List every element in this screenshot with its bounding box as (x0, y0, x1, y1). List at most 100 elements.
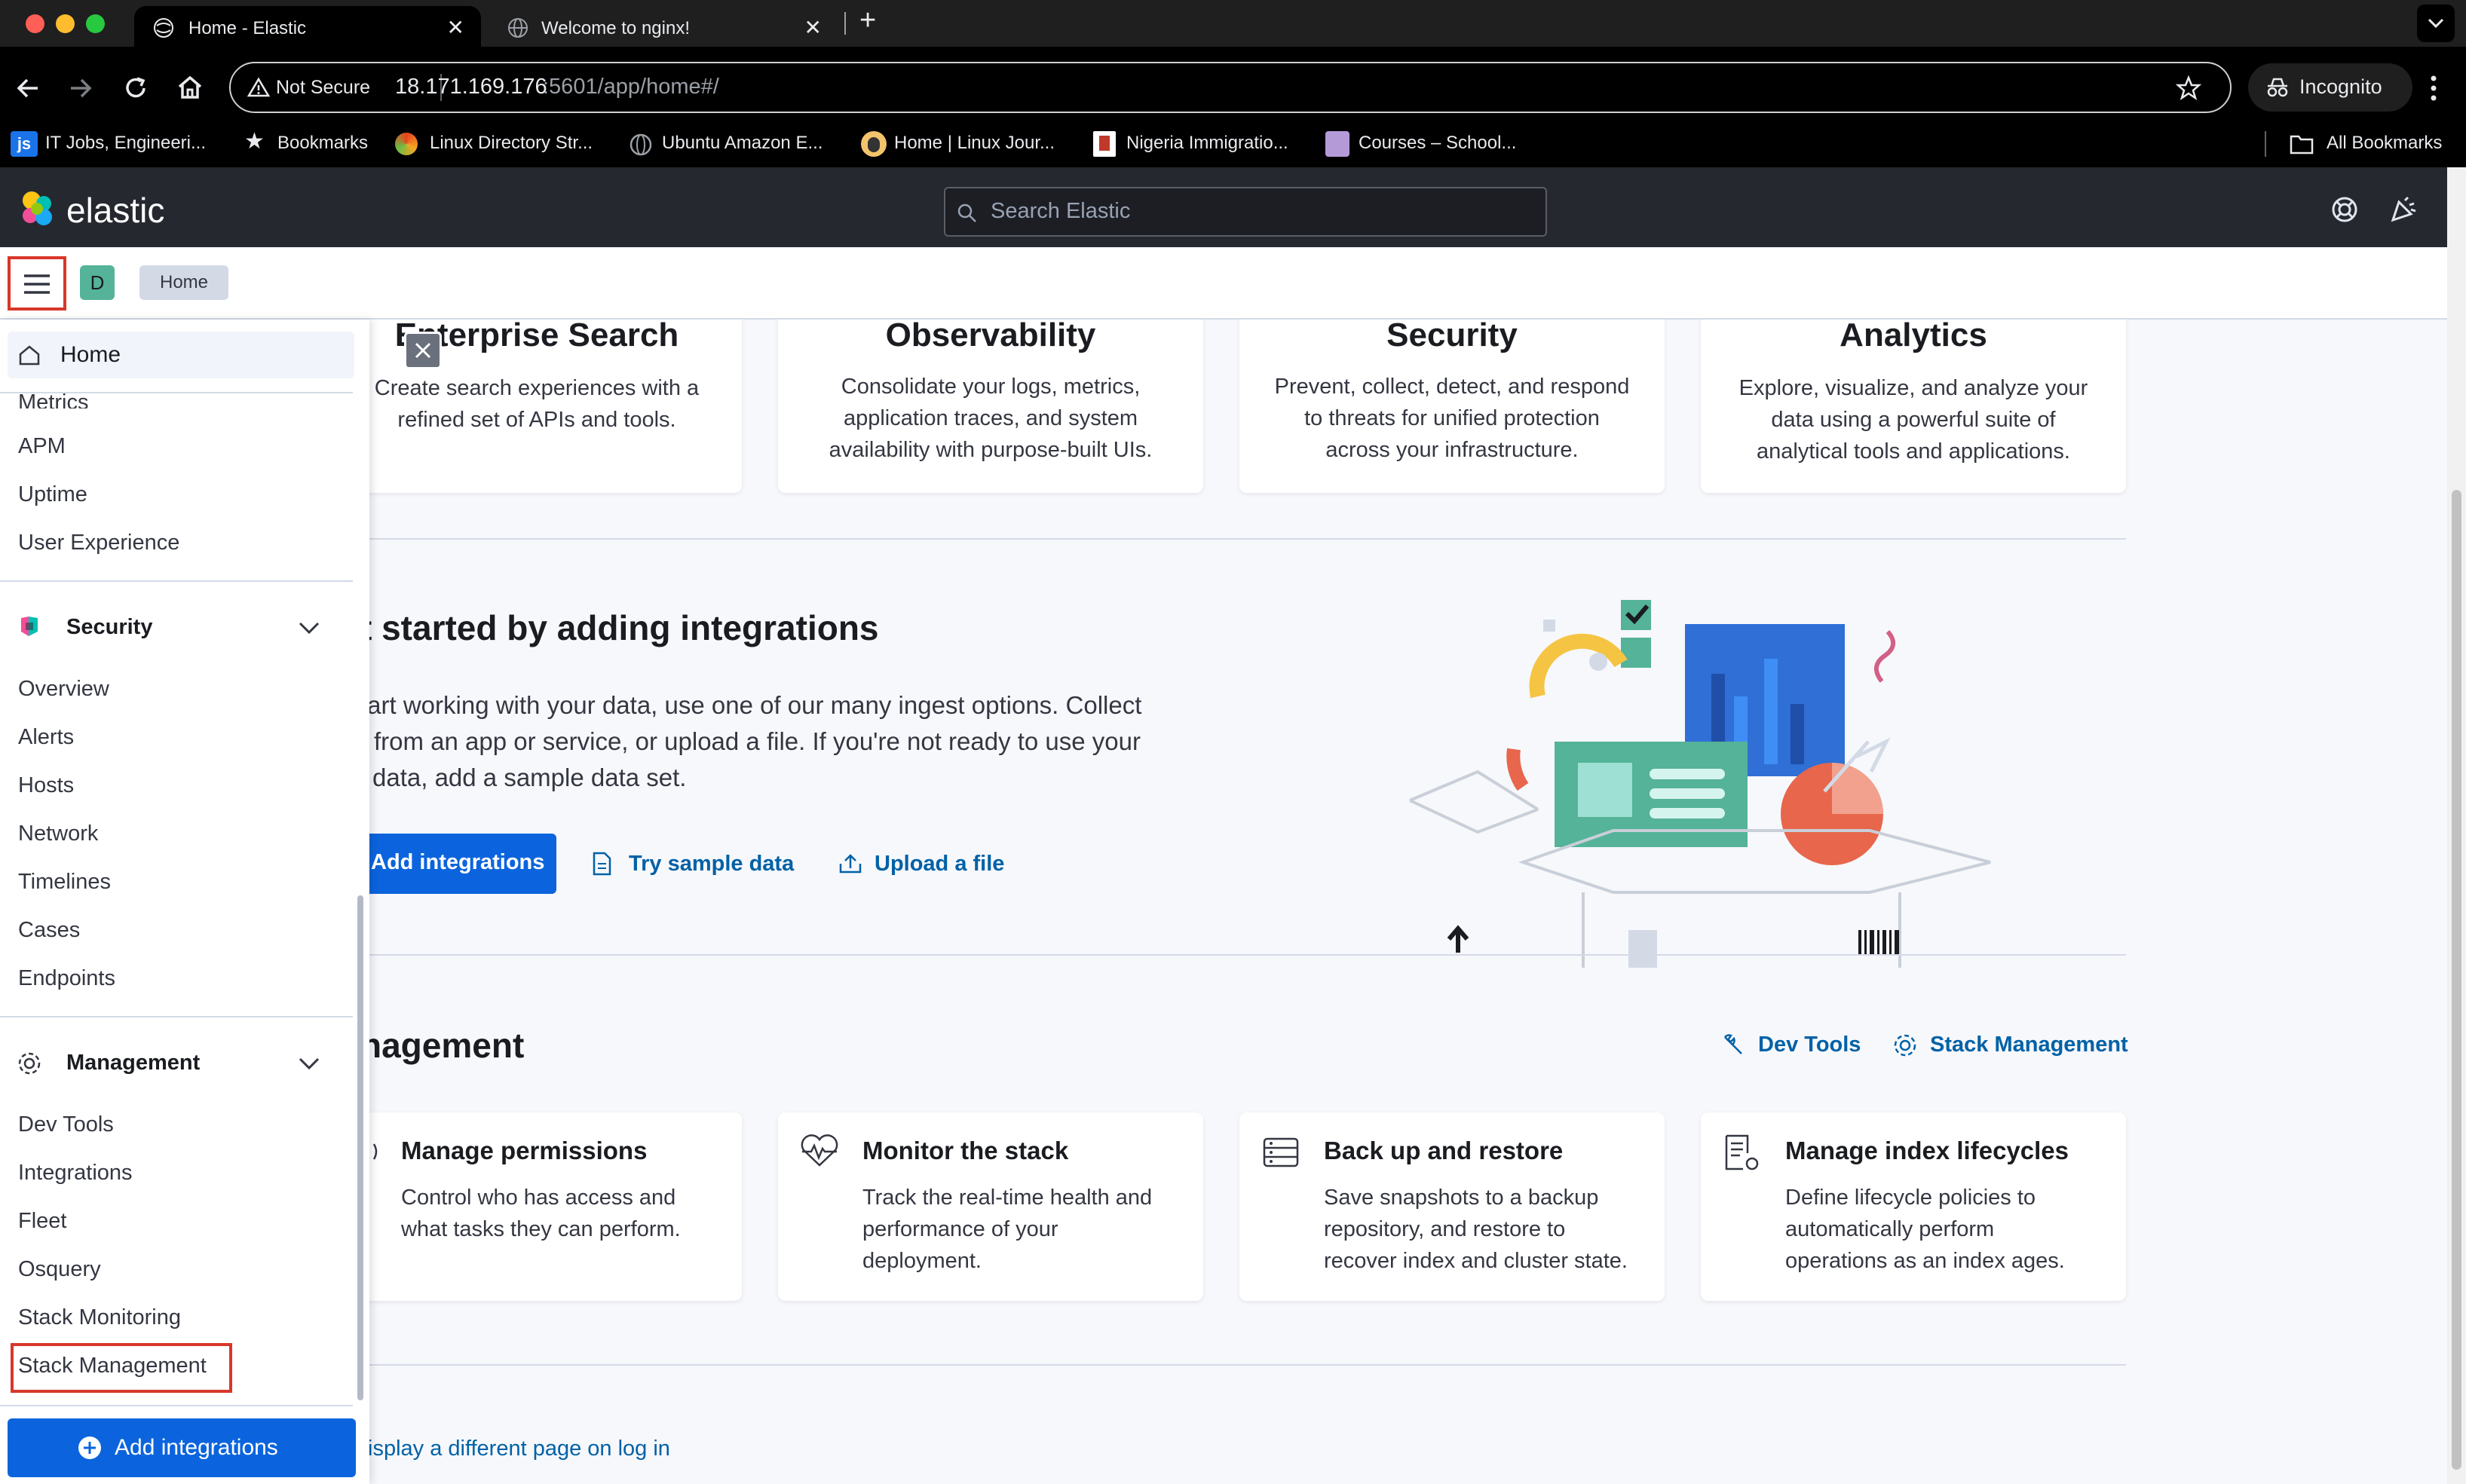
tab-close-icon[interactable]: ✕ (447, 15, 464, 40)
nav-item-metrics[interactable]: Metrics (18, 386, 88, 408)
solution-card-enterprise-search[interactable]: Enterprise Search Create search experien… (332, 320, 742, 493)
forward-icon[interactable] (68, 75, 93, 101)
bookmark-item[interactable]: Nigeria Immigratio... (1126, 130, 1288, 167)
page-scrollbar-thumb[interactable] (2452, 490, 2461, 1470)
solution-desc: Prevent, collect, detect, and respond to… (1274, 375, 1630, 462)
nav-item-alerts[interactable]: Alerts (18, 725, 74, 750)
address-bar[interactable]: Not Secure 18.171.169.176 :5601/app/home… (229, 62, 2232, 113)
integrations-desc-line: tart working with your data, use one of … (360, 691, 1142, 719)
warning-icon (247, 77, 270, 97)
heart-pulse-icon (801, 1134, 838, 1167)
nav-item-uptime[interactable]: Uptime (18, 482, 87, 507)
solution-card-observability[interactable]: Observability Consolidate your logs, met… (778, 320, 1203, 493)
nav-item-dev-tools[interactable]: Dev Tools (18, 1112, 114, 1137)
mgmt-card-index-lifecycles[interactable]: Manage index lifecycles Define lifecycle… (1701, 1112, 2126, 1301)
solution-card-security[interactable]: Security Prevent, collect, detect, and r… (1239, 320, 1665, 493)
reload-icon[interactable] (122, 75, 149, 102)
incognito-label: Incognito (2299, 75, 2382, 98)
bookmark-item[interactable]: Ubuntu Amazon E... (662, 130, 823, 167)
tab-home-elastic[interactable]: Home - Elastic ✕ (134, 6, 481, 47)
not-secure-chip[interactable]: Not Secure (276, 77, 370, 99)
nav-add-integrations-button[interactable]: Add integrations (8, 1418, 356, 1477)
search-placeholder: Search Elastic (991, 199, 1131, 223)
index-settings-icon (1725, 1134, 1759, 1170)
home-icon[interactable] (176, 74, 204, 101)
mgmt-card-title: Manage permissions (401, 1137, 648, 1164)
incognito-icon (2267, 78, 2288, 97)
upload-file-label: Upload a file (875, 852, 1005, 876)
bookmark-item[interactable]: Courses – School... (1359, 130, 1516, 167)
search-icon (957, 203, 976, 222)
nav-item-hosts[interactable]: Hosts (18, 773, 74, 798)
elastic-logo[interactable] (18, 190, 56, 228)
incognito-chip[interactable]: Incognito (2248, 63, 2412, 112)
window-close-button[interactable] (26, 14, 44, 33)
newsfeed-icon[interactable] (2388, 194, 2419, 225)
nav-item-timelines[interactable]: Timelines (18, 870, 111, 895)
more-menu-icon[interactable] (2428, 74, 2440, 103)
solution-title: Security (1386, 320, 1518, 353)
bookmark-item[interactable]: Linux Directory Str... (430, 130, 593, 167)
gear-icon (18, 1052, 41, 1075)
add-integrations-button[interactable]: Add integrations (347, 834, 556, 894)
globe-icon (630, 133, 652, 156)
bookmark-star-icon[interactable] (2176, 75, 2201, 101)
nav-group-management[interactable]: Management (0, 1039, 353, 1088)
storage-icon (1263, 1137, 1299, 1167)
stack-management-label: Stack Management (1930, 1033, 2128, 1057)
elastic-logo-text: elastic (66, 191, 165, 230)
bookmark-item[interactable]: Bookmarks (277, 130, 368, 167)
tab-title: Home - Elastic (188, 18, 307, 38)
search-elastic-input[interactable]: Search Elastic (944, 187, 1547, 237)
new-tab-button[interactable]: + (859, 5, 876, 37)
window-minimize-button[interactable] (56, 14, 75, 33)
chevron-down-icon (2428, 18, 2444, 29)
nav-divider (0, 1405, 353, 1406)
mgmt-card-backup[interactable]: Back up and restore Save snapshots to a … (1239, 1112, 1665, 1301)
nav-item-integrations[interactable]: Integrations (18, 1161, 133, 1186)
nav-item-overview[interactable]: Overview (18, 677, 109, 702)
nav-divider (0, 1016, 353, 1017)
space-avatar[interactable]: D (80, 265, 115, 300)
mgmt-card-desc: Save snapshots to a backup repository, a… (1324, 1186, 1628, 1273)
mgmt-card-monitor[interactable]: Monitor the stack Track the real-time he… (778, 1112, 1203, 1301)
nav-item-user-experience[interactable]: User Experience (18, 531, 179, 555)
mgmt-card-permissions[interactable]: Manage permissions Control who has acces… (332, 1112, 742, 1301)
mgmt-card-title: Back up and restore (1324, 1137, 1564, 1164)
nav-home-label: Home (60, 342, 121, 367)
nav-home-item[interactable]: Home (8, 332, 354, 378)
default-route-link[interactable]: isplay a different page on log in (368, 1437, 670, 1461)
bookmark-item[interactable]: Home | Linux Jour... (894, 130, 1055, 167)
breadcrumb: Home (139, 265, 228, 300)
solution-desc: Consolidate your logs, metrics, applicat… (829, 375, 1153, 462)
nav-group-security[interactable]: Security (0, 603, 353, 653)
nav-item-apm[interactable]: APM (18, 434, 66, 459)
tab-search-button[interactable] (2417, 5, 2455, 42)
all-bookmarks[interactable]: All Bookmarks (2327, 130, 2442, 167)
nav-add-integrations-label: Add integrations (115, 1435, 278, 1460)
solution-title: Observability (885, 320, 1096, 353)
dismiss-button[interactable] (404, 332, 442, 369)
tab-nginx[interactable]: Welcome to nginx! ✕ (492, 6, 838, 47)
nav-item-endpoints[interactable]: Endpoints (18, 966, 115, 991)
window-maximize-button[interactable] (86, 14, 105, 33)
hamburger-menu-icon[interactable] (23, 273, 51, 295)
upload-icon (839, 854, 862, 874)
back-icon[interactable] (15, 75, 41, 101)
tab-title: Welcome to nginx! (541, 18, 690, 38)
help-icon[interactable] (2330, 194, 2360, 225)
solution-card-analytics[interactable]: Analytics Explore, visualize, and analyz… (1701, 320, 2126, 493)
sidenav-scrollbar[interactable] (357, 895, 363, 1400)
tab-close-icon[interactable]: ✕ (804, 15, 822, 40)
nav-item-network[interactable]: Network (18, 822, 98, 846)
nav-item-cases[interactable]: Cases (18, 918, 80, 943)
nav-group-title: Management (66, 1051, 201, 1075)
nav-item-osquery[interactable]: Osquery (18, 1257, 101, 1282)
bookmark-item[interactable]: IT Jobs, Engineeri... (45, 130, 206, 167)
nav-item-stack-monitoring[interactable]: Stack Monitoring (18, 1305, 181, 1330)
nav-divider (0, 580, 353, 582)
folder-icon (2290, 135, 2314, 155)
elastic-favicon-icon (154, 18, 173, 38)
nav-item-fleet[interactable]: Fleet (18, 1209, 66, 1234)
star-icon: ★ (244, 129, 265, 154)
